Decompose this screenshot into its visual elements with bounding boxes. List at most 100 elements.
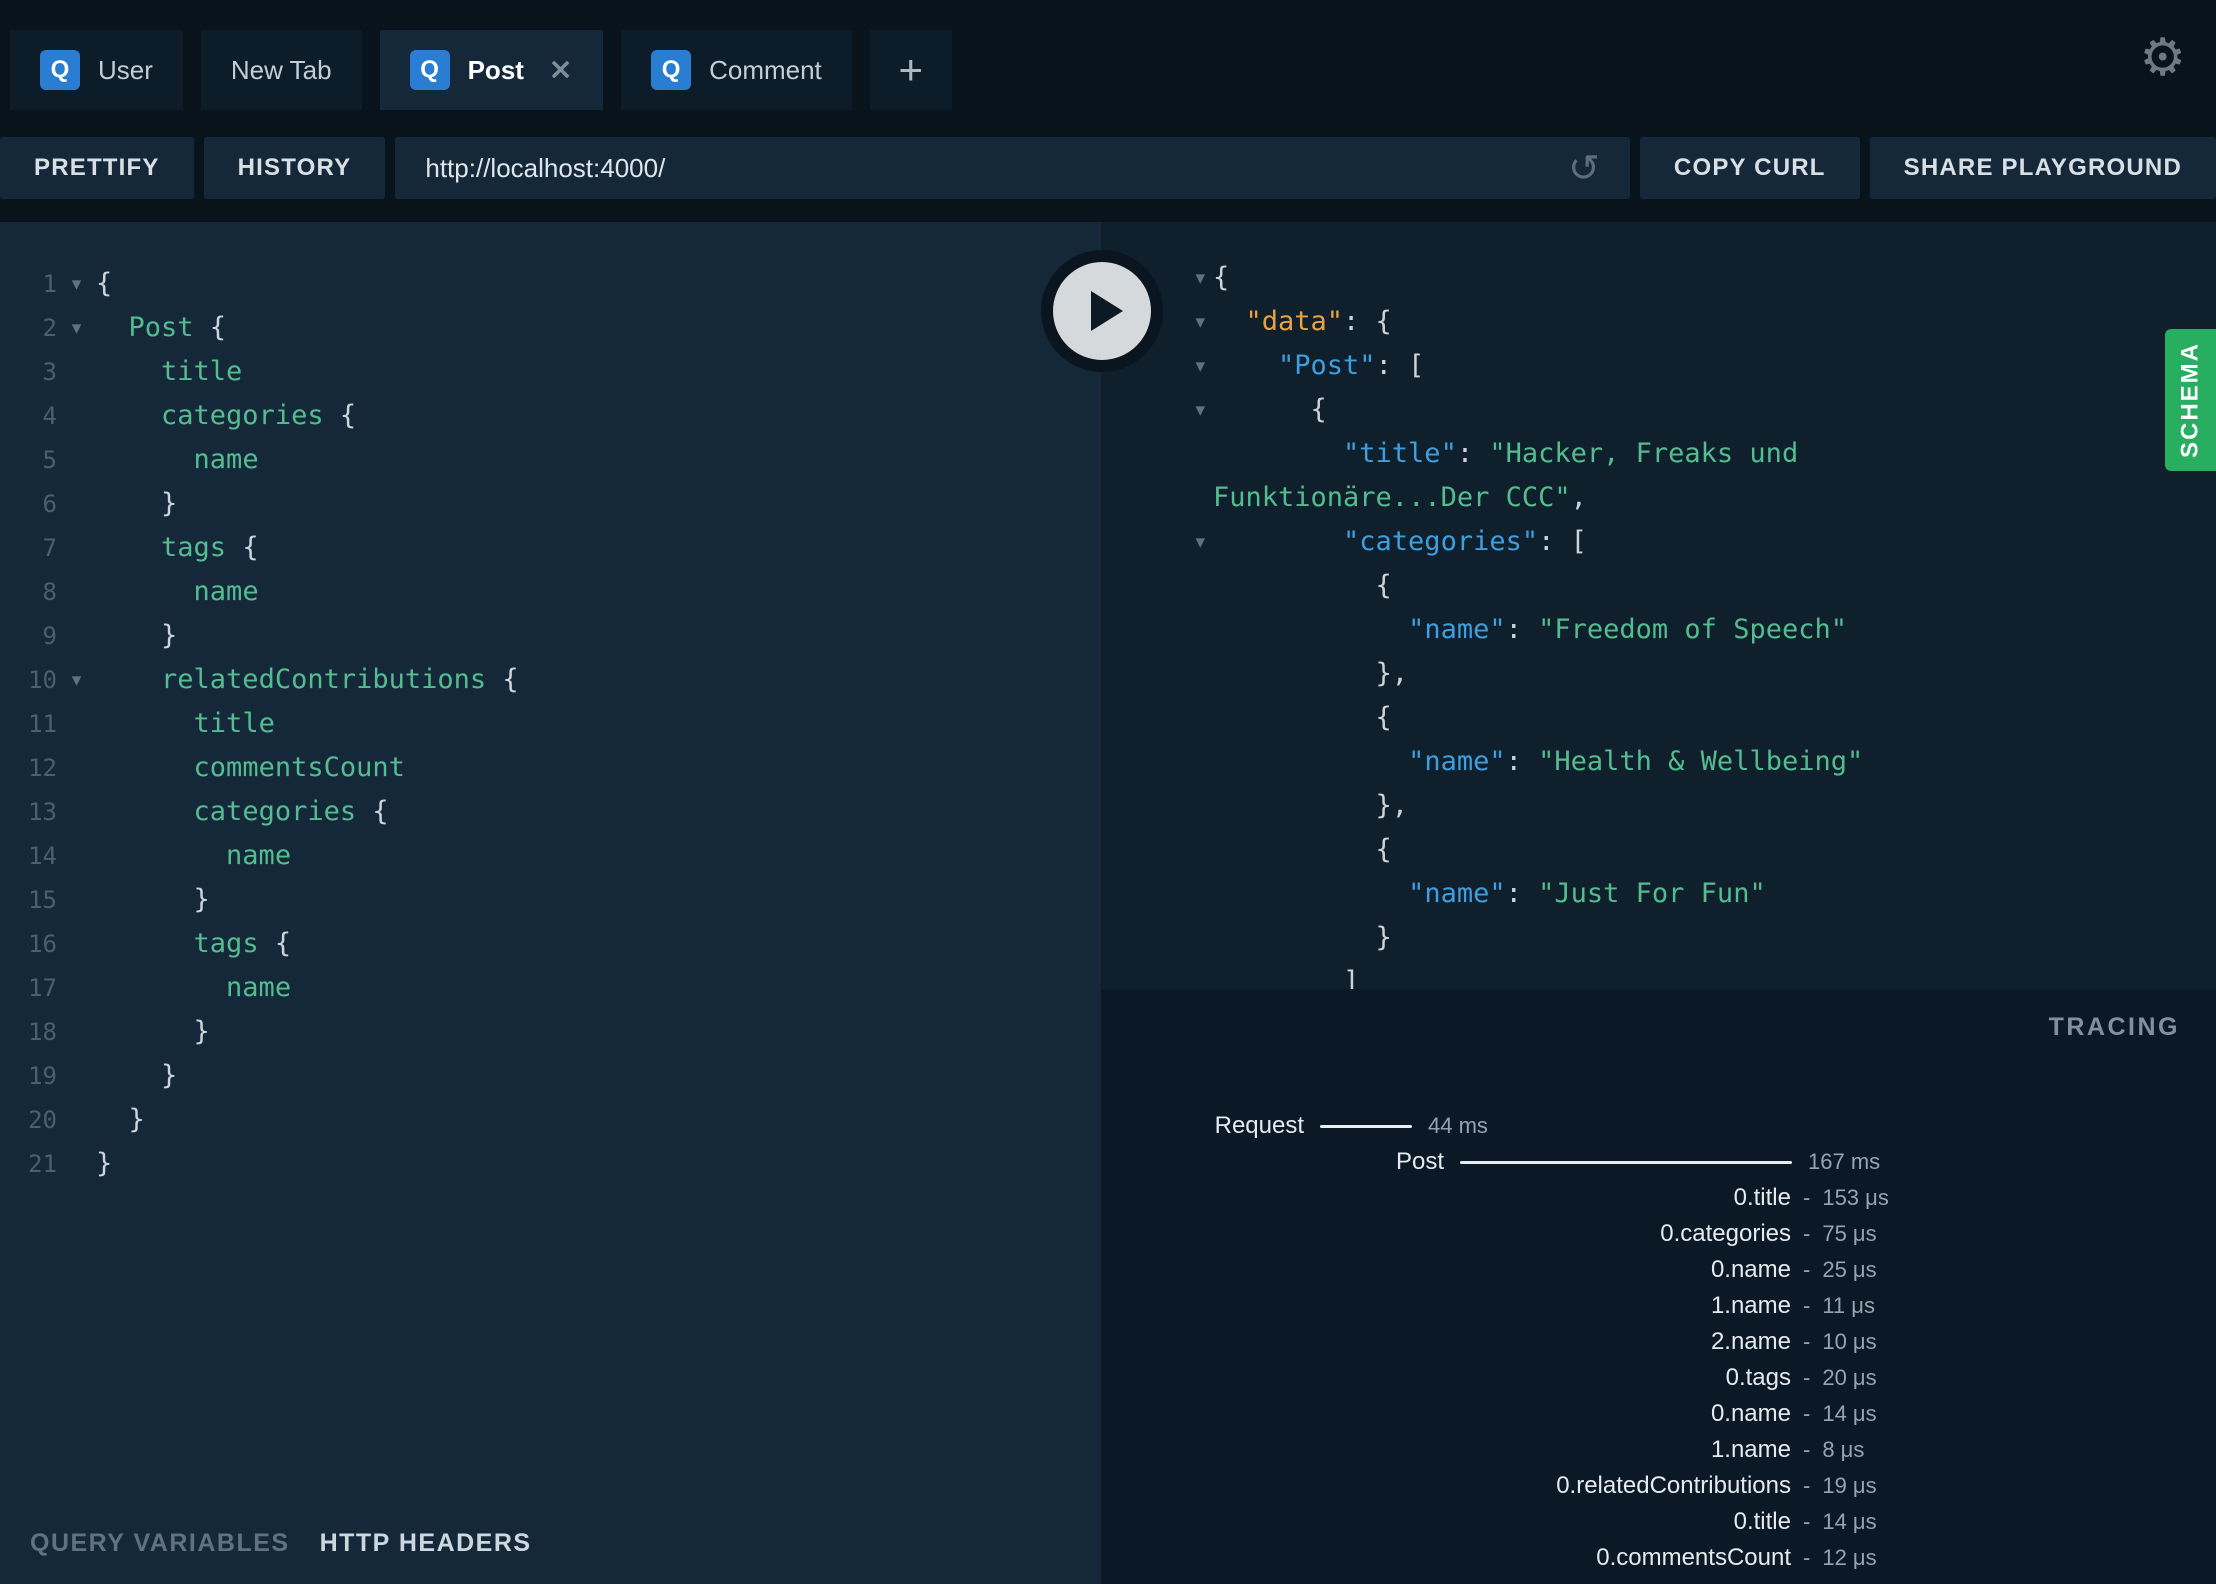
line-number: 17 bbox=[28, 974, 57, 1002]
fold-arrow-icon bbox=[57, 570, 96, 614]
tracing-label: 0.tags bbox=[1725, 1364, 1791, 1391]
line-number: 4 bbox=[42, 402, 57, 430]
response-line: "name": "Just For Fun" bbox=[1101, 872, 2216, 916]
collapse-arrow-icon[interactable]: ▾ bbox=[1101, 520, 1205, 564]
query-code: Post { bbox=[128, 312, 227, 343]
response-code: "name": "Just For Fun" bbox=[1408, 878, 1766, 909]
tracing-panel: TRACING Request 44 ms Post 167 ms 0.title -15… bbox=[1101, 989, 2216, 1584]
line-number: 10 bbox=[28, 666, 57, 694]
tab-new-tab[interactable]: New Tab bbox=[200, 30, 362, 110]
line-number: 20 bbox=[28, 1106, 57, 1134]
fold-arrow-icon bbox=[57, 438, 96, 482]
fold-arrow-icon bbox=[57, 350, 96, 394]
line-number: 6 bbox=[42, 490, 57, 518]
http-headers-tab[interactable]: HTTP HEADERS bbox=[320, 1529, 532, 1558]
endpoint-url-input[interactable]: http://localhost:4000/ ↺ bbox=[395, 137, 1630, 199]
response-viewer: ▾{▾ "data": {▾ "Post": [▾{"title": "Hacker… bbox=[1101, 222, 2216, 989]
line-number: 2 bbox=[42, 314, 57, 342]
line-number: 7 bbox=[42, 534, 57, 562]
collapse-arrow-icon bbox=[1101, 432, 1205, 520]
prettify-button[interactable]: PRETTIFY bbox=[0, 137, 194, 199]
response-code: "name": "Health & Wellbeing" bbox=[1408, 746, 1864, 777]
tracing-label: Request bbox=[1214, 1112, 1304, 1139]
line-number: 9 bbox=[42, 622, 57, 650]
response-line: ] bbox=[1101, 960, 2216, 989]
query-lines: 1 ▾{2 ▾ Post {3 title 4 categories {5 name 6… bbox=[0, 222, 1101, 1186]
editor-line: 8 name bbox=[0, 570, 1101, 614]
execute-query-button[interactable] bbox=[1041, 250, 1163, 372]
fold-arrow-icon bbox=[57, 526, 96, 570]
query-code: tags { bbox=[193, 928, 292, 959]
collapse-arrow-icon bbox=[1101, 608, 1205, 652]
editor-line: 20 } bbox=[0, 1098, 1101, 1142]
fold-arrow-icon[interactable]: ▾ bbox=[57, 306, 96, 350]
tracing-row: 1.name -11 μs bbox=[1101, 1288, 2216, 1324]
tracing-duration: 11 μs bbox=[1822, 1293, 1875, 1318]
tracing-duration: 8 μs bbox=[1822, 1437, 1865, 1462]
tab-user[interactable]: Q User bbox=[10, 30, 183, 110]
query-editor-pane[interactable]: 1 ▾{2 ▾ Post {3 title 4 categories {5 name 6… bbox=[0, 222, 1101, 1584]
tab-label: Post bbox=[467, 54, 524, 85]
reload-schema-icon[interactable]: ↺ bbox=[1568, 146, 1600, 190]
fold-arrow-icon bbox=[57, 878, 96, 922]
history-button[interactable]: HISTORY bbox=[203, 137, 386, 199]
tracing-row: 0.title -14 μs bbox=[1101, 1504, 2216, 1540]
editor-line: 13 categories { bbox=[0, 790, 1101, 834]
response-code: { bbox=[1375, 702, 1392, 733]
editor-line: 19 } bbox=[0, 1054, 1101, 1098]
collapse-arrow-icon bbox=[1101, 784, 1205, 828]
fold-arrow-icon bbox=[57, 790, 96, 834]
response-code: "title": "Hacker, Freaks und Funktionäre… bbox=[1213, 438, 1815, 513]
collapse-arrow-icon bbox=[1101, 960, 1205, 989]
tab-label: Comment bbox=[709, 54, 822, 85]
share-playground-button[interactable]: SHARE PLAYGROUND bbox=[1869, 137, 2216, 199]
play-icon bbox=[1090, 291, 1123, 331]
fold-arrow-icon bbox=[57, 1142, 96, 1186]
copy-curl-button[interactable]: COPY CURL bbox=[1639, 137, 1860, 199]
editor-line: 21} bbox=[0, 1142, 1101, 1186]
tracing-label: 0.commentsCount bbox=[1596, 1544, 1791, 1571]
response-line: "title": "Hacker, Freaks und Funktionäre… bbox=[1101, 432, 2216, 520]
close-icon[interactable]: × bbox=[548, 55, 573, 85]
query-variables-tab[interactable]: QUERY VARIABLES bbox=[30, 1529, 290, 1558]
response-line: }, bbox=[1101, 652, 2216, 696]
editor-line: 9 } bbox=[0, 614, 1101, 658]
tracing-label: 1.name bbox=[1710, 1436, 1791, 1463]
query-code: categories { bbox=[193, 796, 389, 827]
collapse-arrow-icon bbox=[1101, 564, 1205, 608]
collapse-arrow-icon[interactable]: ▾ bbox=[1101, 388, 1205, 432]
tracing-row: 0.tags -20 μs bbox=[1101, 1360, 2216, 1396]
fold-arrow-icon bbox=[57, 1010, 96, 1054]
tab-post[interactable]: Q Post × bbox=[379, 30, 604, 110]
schema-side-tab[interactable]: SCHEMA bbox=[2165, 329, 2216, 471]
editor-line: 5 name bbox=[0, 438, 1101, 482]
settings-gear-icon[interactable]: ⚙ bbox=[2139, 28, 2186, 88]
tracing-duration: 44 ms bbox=[1428, 1113, 1488, 1138]
new-tab-button[interactable]: + bbox=[869, 30, 952, 110]
collapse-arrow-icon bbox=[1101, 652, 1205, 696]
line-number: 21 bbox=[28, 1150, 57, 1178]
response-code: } bbox=[1375, 922, 1392, 953]
collapse-arrow-icon bbox=[1101, 872, 1205, 916]
fold-arrow-icon bbox=[57, 834, 96, 878]
response-code: { bbox=[1213, 262, 1230, 293]
response-code: ] bbox=[1343, 966, 1360, 989]
editor-line: 17 name bbox=[0, 966, 1101, 1010]
fold-arrow-icon bbox=[57, 614, 96, 658]
line-number: 15 bbox=[28, 886, 57, 914]
tracing-row: Post 167 ms bbox=[1101, 1144, 2216, 1180]
tracing-duration: 75 μs bbox=[1822, 1221, 1877, 1246]
fold-arrow-icon[interactable]: ▾ bbox=[57, 262, 96, 306]
tab-comment[interactable]: Q Comment bbox=[621, 30, 852, 110]
response-code: "data": { bbox=[1245, 306, 1392, 337]
query-code: title bbox=[193, 708, 275, 739]
tracing-label: 0.relatedContributions bbox=[1556, 1472, 1791, 1499]
tracing-label: 1.name bbox=[1710, 1292, 1791, 1319]
fold-arrow-icon[interactable]: ▾ bbox=[57, 658, 96, 702]
tracing-dash: - bbox=[1803, 1185, 1811, 1210]
line-number: 8 bbox=[42, 578, 57, 606]
line-number: 18 bbox=[28, 1018, 57, 1046]
editor-line: 14 name bbox=[0, 834, 1101, 878]
response-line: ▾{ bbox=[1101, 388, 2216, 432]
query-tab-icon: Q bbox=[40, 50, 80, 90]
